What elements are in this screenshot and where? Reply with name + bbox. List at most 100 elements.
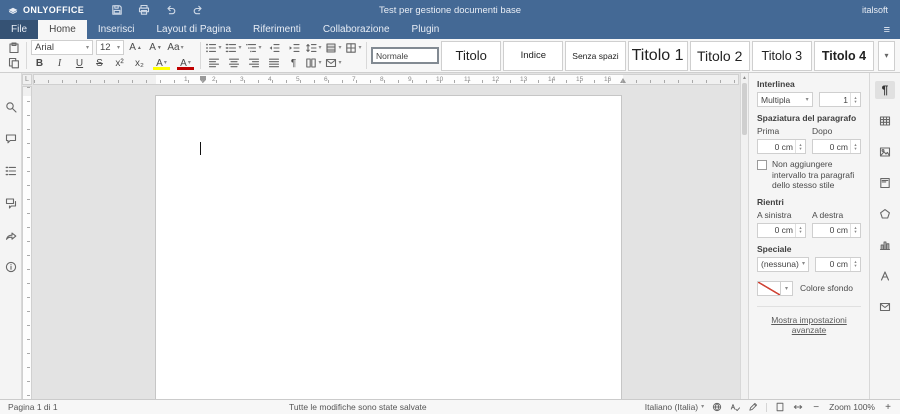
vertical-scrollbar[interactable]: ▲ bbox=[740, 73, 748, 400]
page-count[interactable]: Pagina 1 di 1 bbox=[0, 402, 58, 412]
tab-riferimenti[interactable]: Riferimenti bbox=[242, 20, 312, 39]
mailmerge-settings-icon[interactable] bbox=[875, 298, 895, 316]
tab-layout-di-pagina[interactable]: Layout di Pagina bbox=[146, 20, 243, 39]
special-indent-label: Speciale bbox=[757, 244, 861, 254]
search-icon[interactable] bbox=[3, 99, 19, 115]
redo-button[interactable] bbox=[191, 3, 205, 17]
navigation-icon[interactable] bbox=[3, 163, 19, 179]
track-changes-icon[interactable] bbox=[748, 402, 758, 412]
language-select[interactable]: Italiano (Italia) ▾ bbox=[645, 402, 704, 412]
left-toolbar bbox=[0, 73, 22, 400]
advanced-settings-link[interactable]: Mostra impostazioni avanzate bbox=[757, 306, 861, 335]
paste-button[interactable] bbox=[5, 40, 22, 55]
no-space-between-paragraphs-checkbox[interactable]: Non aggiungere intervallo tra paragrafi … bbox=[757, 159, 861, 191]
style-senza-spazi[interactable]: Senza spazi bbox=[565, 41, 625, 71]
increase-indent-button[interactable] bbox=[285, 40, 302, 55]
background-color-dropdown[interactable]: ▾ bbox=[781, 281, 793, 296]
line-spacing-amount-input[interactable]: 1 ▴▾ bbox=[819, 92, 861, 107]
style-normale[interactable]: Normale bbox=[371, 47, 439, 64]
tab-inserisci[interactable]: Inserisci bbox=[87, 20, 146, 39]
align-center-button[interactable] bbox=[225, 56, 242, 71]
save-button[interactable] bbox=[110, 3, 124, 17]
strikethrough-button[interactable]: S bbox=[91, 56, 108, 71]
document-language-icon[interactable] bbox=[712, 402, 722, 412]
fit-page-icon[interactable] bbox=[775, 402, 785, 412]
paragraph-settings-icon[interactable]: ¶ bbox=[875, 81, 895, 99]
scroll-up-arrow[interactable]: ▲ bbox=[742, 75, 747, 81]
zoom-level[interactable]: Zoom 100% bbox=[829, 402, 875, 412]
align-right-button[interactable] bbox=[245, 56, 262, 71]
italic-button[interactable]: I bbox=[51, 56, 68, 71]
left-indent-marker[interactable] bbox=[200, 76, 206, 83]
tab-stop-selector[interactable]: L bbox=[22, 74, 32, 85]
headerfooter-settings-icon[interactable] bbox=[875, 174, 895, 192]
multilevel-list-button[interactable]: ▾ bbox=[245, 40, 262, 55]
line-spacing-button[interactable]: ▾ bbox=[305, 40, 322, 55]
background-color-swatch[interactable] bbox=[757, 281, 781, 296]
columns-button[interactable]: ▾ bbox=[305, 56, 322, 71]
view-settings-icon[interactable]: ≡ bbox=[874, 20, 900, 39]
special-indent-input[interactable]: 0 cm ▴▾ bbox=[815, 257, 861, 272]
increase-font-button[interactable]: A▲ bbox=[127, 40, 144, 55]
chat-icon[interactable] bbox=[3, 195, 19, 211]
spacing-after-input[interactable]: 0 cm ▴▾ bbox=[812, 139, 861, 154]
style-titolo[interactable]: Titolo bbox=[441, 41, 501, 71]
undo-button[interactable] bbox=[164, 3, 178, 17]
font-name-select[interactable]: Arial▾ bbox=[31, 40, 93, 55]
style-titolo-2[interactable]: Titolo 2 bbox=[690, 41, 750, 71]
textart-settings-icon[interactable] bbox=[875, 267, 895, 285]
decrease-indent-button[interactable] bbox=[265, 40, 282, 55]
vertical-ruler[interactable] bbox=[22, 86, 32, 400]
style-titolo-3[interactable]: Titolo 3 bbox=[752, 41, 812, 71]
background-color-label: Colore sfondo bbox=[800, 283, 853, 293]
style-indice[interactable]: Indice bbox=[503, 41, 563, 71]
font-color-button[interactable]: A▾ bbox=[175, 56, 196, 71]
borders-button[interactable]: ▾ bbox=[345, 40, 362, 55]
tab-plugin[interactable]: Plugin bbox=[401, 20, 451, 39]
paragraph-shading-button[interactable]: ▾ bbox=[325, 40, 342, 55]
print-button[interactable] bbox=[137, 3, 151, 17]
justify-button[interactable] bbox=[265, 56, 282, 71]
scrollbar-thumb[interactable] bbox=[742, 83, 747, 135]
shape-settings-icon[interactable] bbox=[875, 205, 895, 223]
highlight-color-button[interactable]: A▾ bbox=[151, 56, 172, 71]
decrease-font-button[interactable]: A▼ bbox=[147, 40, 164, 55]
chart-settings-icon[interactable] bbox=[875, 236, 895, 254]
subscript-button[interactable]: x₂ bbox=[131, 56, 148, 71]
bullets-button[interactable]: ▾ bbox=[205, 40, 222, 55]
font-size-select[interactable]: 12▾ bbox=[96, 40, 124, 55]
zoom-out-button[interactable]: − bbox=[811, 402, 821, 413]
style-titolo-1[interactable]: Titolo 1 bbox=[628, 41, 688, 71]
spacing-before-input[interactable]: 0 cm ▴▾ bbox=[757, 139, 806, 154]
style-titolo-4[interactable]: Titolo 4 bbox=[814, 41, 874, 71]
spellcheck-icon[interactable] bbox=[730, 402, 740, 412]
tab-collaborazione[interactable]: Collaborazione bbox=[312, 20, 401, 39]
about-icon[interactable] bbox=[3, 259, 19, 275]
zoom-in-button[interactable]: + bbox=[883, 402, 893, 413]
table-settings-icon[interactable] bbox=[875, 112, 895, 130]
indent-right-input[interactable]: 0 cm ▴▾ bbox=[812, 223, 861, 238]
tab-home[interactable]: Home bbox=[38, 20, 87, 39]
tab-file[interactable]: File bbox=[0, 20, 38, 39]
highlight-color-indicator bbox=[153, 67, 170, 70]
feedback-icon[interactable] bbox=[3, 227, 19, 243]
mailmerge-button[interactable]: ▾ bbox=[325, 56, 342, 71]
fit-width-icon[interactable] bbox=[793, 402, 803, 412]
superscript-button[interactable]: x² bbox=[111, 56, 128, 71]
horizontal-ruler[interactable]: 12345678910111213141516 bbox=[33, 74, 739, 85]
special-indent-select[interactable]: (nessuna)▾ bbox=[757, 257, 809, 272]
line-spacing-select[interactable]: Multipla▾ bbox=[757, 92, 813, 107]
copy-button[interactable] bbox=[5, 56, 22, 71]
paragraph-settings-panel: Interlinea Multipla▾ 1 ▴▾ Spaziatura del… bbox=[748, 73, 869, 400]
bold-button[interactable]: B bbox=[31, 56, 48, 71]
indent-left-input[interactable]: 0 cm ▴▾ bbox=[757, 223, 806, 238]
image-settings-icon[interactable] bbox=[875, 143, 895, 161]
document-page[interactable] bbox=[155, 95, 622, 400]
align-left-button[interactable] bbox=[205, 56, 222, 71]
styles-gallery-expand-button[interactable]: ▾ bbox=[878, 41, 895, 71]
underline-button[interactable]: U bbox=[71, 56, 88, 71]
comments-icon[interactable] bbox=[3, 131, 19, 147]
numbering-button[interactable]: ▾ bbox=[225, 40, 242, 55]
change-case-button[interactable]: Aa▾ bbox=[167, 40, 184, 55]
nonprinting-characters-button[interactable]: ¶ bbox=[285, 56, 302, 71]
